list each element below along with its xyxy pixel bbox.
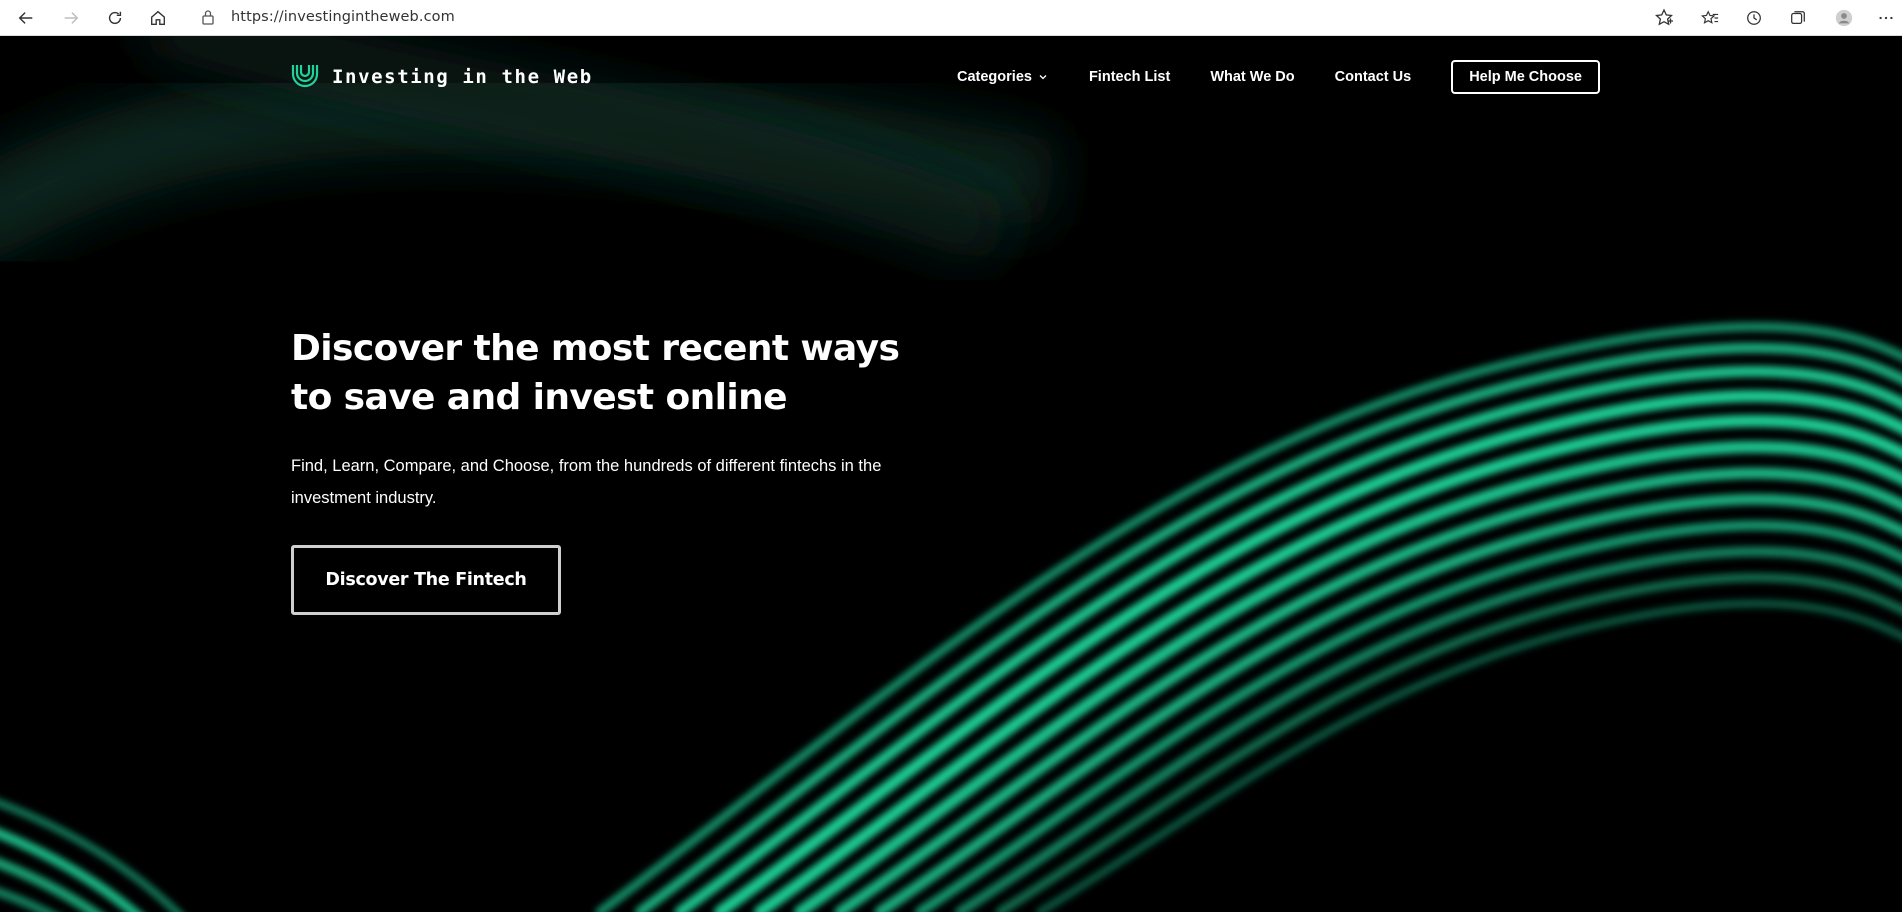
site-header: Investing in the Web Categories Fintech … — [0, 36, 1902, 126]
background-waves-graphic — [0, 36, 1902, 912]
favorites-button[interactable] — [1696, 4, 1724, 32]
hero-subtitle: Find, Learn, Compare, and Choose, from t… — [291, 457, 882, 507]
more-icon — [1879, 16, 1893, 20]
add-favorite-icon[interactable] — [1654, 8, 1674, 33]
history-button[interactable] — [1740, 4, 1768, 32]
help-me-choose-button[interactable]: Help Me Choose — [1451, 60, 1600, 94]
history-icon — [1747, 11, 1761, 25]
nav-categories[interactable]: Categories — [957, 60, 1048, 94]
hero-title: Discover the most recent ways to save an… — [291, 328, 900, 418]
nav-fintech-list[interactable]: Fintech List — [1089, 60, 1170, 94]
back-icon — [18, 12, 33, 24]
main-navigation: Categories Fintech List What We Do Conta… — [957, 60, 1600, 94]
collections-icon — [1791, 11, 1805, 25]
forward-button[interactable] — [57, 4, 85, 32]
address-bar[interactable]: https://investingintheweb.com — [188, 3, 1682, 32]
lock-icon — [201, 9, 215, 30]
browser-toolbar: https://investingintheweb.com — [0, 0, 1902, 36]
collections-button[interactable] — [1784, 4, 1812, 32]
refresh-button[interactable] — [101, 4, 129, 32]
back-button[interactable] — [12, 4, 40, 32]
home-icon — [151, 10, 165, 25]
profile-icon — [1835, 9, 1853, 27]
url-text[interactable]: https://investingintheweb.com — [231, 9, 455, 25]
favorites-icon — [1701, 10, 1719, 24]
chevron-down-icon — [1039, 75, 1047, 80]
forward-icon — [64, 12, 79, 24]
logo-shield-icon — [291, 65, 319, 88]
home-button[interactable] — [144, 4, 172, 32]
hero-section: Discover the most recent ways to save an… — [291, 324, 931, 514]
profile-button[interactable] — [1830, 4, 1858, 32]
brand-name: Investing in the Web — [332, 66, 593, 88]
site-logo[interactable]: Investing in the Web — [290, 62, 593, 92]
discover-fintech-button[interactable]: Discover The Fintech — [291, 545, 561, 615]
nav-contact-us[interactable]: Contact Us — [1335, 60, 1412, 94]
nav-what-we-do[interactable]: What We Do — [1210, 60, 1294, 94]
refresh-icon — [108, 11, 122, 25]
web-page: Investing in the Web Categories Fintech … — [0, 36, 1902, 912]
more-button[interactable] — [1872, 4, 1900, 32]
nav-categories-label: Categories — [957, 69, 1032, 85]
